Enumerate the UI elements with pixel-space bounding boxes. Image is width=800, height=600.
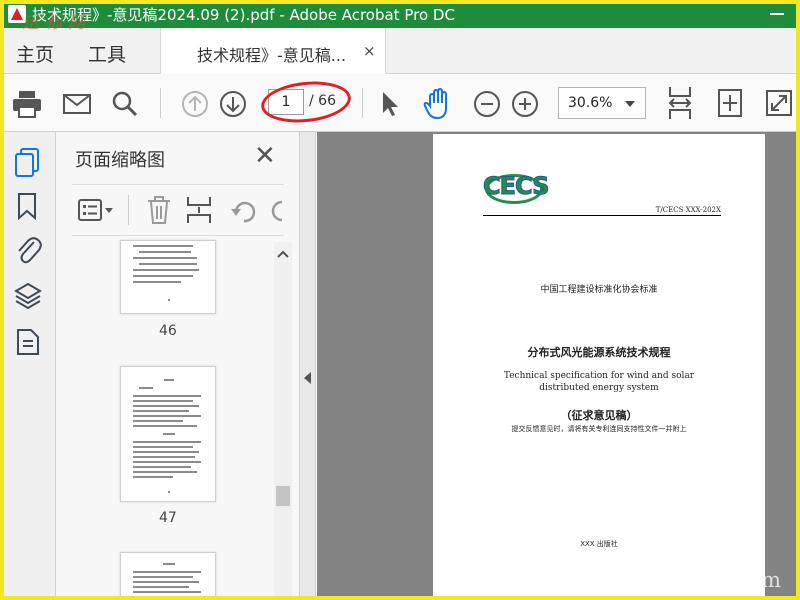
print-icon[interactable] <box>12 90 42 118</box>
zoom-in-icon[interactable] <box>511 90 539 118</box>
options-menu-icon[interactable] <box>78 199 114 221</box>
association-name: 中国工程建设标准化协会标准 <box>540 285 658 295</box>
standard-number: T/CECS XXX-202X <box>655 206 721 214</box>
next-page-icon[interactable] <box>219 90 247 118</box>
tab-tools[interactable]: 工具 <box>88 40 126 67</box>
attachments-icon[interactable] <box>14 234 42 266</box>
pdf-page: CECS T/CECS XXX-202X 中国工程建设标准化协会标准 分布式风光… <box>433 134 765 600</box>
page-thumbnails-panel: 页面缩略图 ✕ 46 47 <box>56 132 300 600</box>
feedback-note: 提交反馈意见时，请将有关专利连同支持性文件一并附上 <box>511 425 687 433</box>
zoom-value: 30.6% <box>568 95 613 111</box>
tab-document-label: 技术规程》-意见稿... <box>197 46 347 65</box>
zoom-select[interactable]: 30.6% <box>558 87 646 119</box>
scroll-up-icon[interactable] <box>277 250 289 258</box>
tabs-bar: 主页 工具 技术规程》-意见稿... × <box>0 28 800 74</box>
thumbnails-scrollbar[interactable] <box>274 242 292 600</box>
insert-pages-icon[interactable] <box>186 196 212 224</box>
window-title: 技术规程》-意见稿2024.09 (2).pdf - Adobe Acrobat… <box>32 5 455 24</box>
cecs-logo: CECS <box>482 172 549 201</box>
bookmarks-icon[interactable] <box>17 192 37 220</box>
close-panel-icon[interactable]: ✕ <box>254 141 276 171</box>
scrollbar-thumb[interactable] <box>276 486 290 506</box>
email-icon[interactable] <box>63 94 91 114</box>
collapse-arrow-icon <box>304 372 311 384</box>
toolbar-separator <box>128 195 129 225</box>
thumbnail-page-number: 47 <box>159 510 177 526</box>
fit-width-icon[interactable] <box>667 86 693 120</box>
pane-collapse-handle[interactable] <box>300 132 316 600</box>
thumbnail-page-number: 46 <box>159 323 177 339</box>
select-cursor-icon[interactable] <box>380 91 400 117</box>
watermark-bottom: www.cndao.com <box>596 568 782 592</box>
previous-page-icon[interactable] <box>181 90 209 118</box>
chevron-down-icon <box>625 101 635 107</box>
zoom-out-icon[interactable] <box>473 90 501 118</box>
delete-trash-icon[interactable] <box>147 196 171 224</box>
header-rule <box>483 215 721 216</box>
layers-icon[interactable] <box>14 282 42 312</box>
left-navigation-pane <box>0 132 56 600</box>
title-bar: 技术规程》-意见稿2024.09 (2).pdf - Adobe Acrobat… <box>0 0 800 28</box>
tab-close-button[interactable]: × <box>363 42 376 60</box>
publisher: XXX 出版社 <box>580 540 618 548</box>
minimize-button[interactable] <box>770 13 784 15</box>
document-properties-icon[interactable] <box>16 328 40 356</box>
rotate-clockwise-icon[interactable] <box>270 198 284 224</box>
thumbnails-panel-title: 页面缩略图 <box>75 150 165 171</box>
page-thumbnail-48[interactable] <box>120 552 216 600</box>
rotate-counterclockwise-icon[interactable] <box>230 198 258 224</box>
thumbnails-toolbar <box>72 184 284 236</box>
search-icon[interactable] <box>112 91 138 117</box>
fit-page-icon[interactable] <box>717 88 743 118</box>
highlight-annotation-oval <box>259 77 353 127</box>
page-thumbnail-46[interactable] <box>120 240 216 314</box>
main-toolbar: 1 / 66 30.6% <box>0 74 800 132</box>
page-thumbnails-icon[interactable] <box>14 148 40 178</box>
watermark-top: 迅标网 <box>22 13 91 33</box>
document-view[interactable]: CECS T/CECS XXX-202X 中国工程建设标准化协会标准 分布式风光… <box>317 132 800 600</box>
draft-label: （征求意见稿） <box>560 409 638 422</box>
document-title-cn: 分布式风光能源系统技术规程 <box>527 346 671 359</box>
toolbar-separator <box>362 88 363 118</box>
toolbar-separator <box>160 88 161 118</box>
tab-document[interactable]: 技术规程》-意见稿... × <box>160 28 386 74</box>
document-title-en: Technical specification for wind and sol… <box>503 371 695 393</box>
hand-tool-icon[interactable] <box>423 88 453 120</box>
tab-home[interactable]: 主页 <box>16 40 54 67</box>
fullscreen-icon[interactable] <box>766 90 792 116</box>
page-thumbnail-47[interactable] <box>120 366 216 502</box>
